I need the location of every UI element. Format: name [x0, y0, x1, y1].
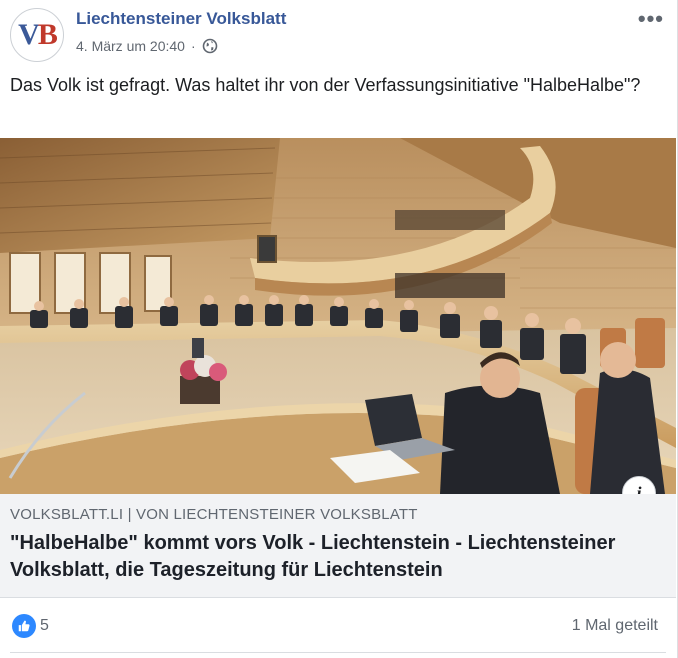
link-preview[interactable]: VOLKSBLATT.LI | VON LIECHTENSTEINER VOLK…	[0, 494, 676, 598]
thumbs-up-icon	[18, 620, 30, 632]
like-reaction-icon[interactable]	[12, 614, 36, 638]
link-title[interactable]: "HalbeHalbe" kommt vors Volk - Liechtens…	[10, 530, 670, 584]
footer-divider	[10, 652, 666, 653]
facebook-post: VB Liechtensteiner Volksblatt 4. März um…	[0, 0, 678, 658]
post-meta: 4. März um 20:40 ·	[76, 38, 218, 54]
like-count[interactable]: 5	[40, 617, 49, 635]
link-domain: VOLKSBLATT.LI | VON LIECHTENSTEINER VOLK…	[10, 506, 418, 523]
page-name-link[interactable]: Liechtensteiner Volksblatt	[76, 9, 286, 29]
post-meta-dot: ·	[190, 38, 196, 54]
more-options-icon[interactable]: •••	[638, 6, 664, 32]
post-timestamp[interactable]: 4. März um 20:40	[76, 38, 185, 54]
post-header: VB Liechtensteiner Volksblatt 4. März um…	[0, 0, 678, 66]
post-text: Das Volk ist gefragt. Was haltet ihr von…	[10, 75, 641, 95]
page-avatar[interactable]: VB	[10, 8, 64, 62]
share-count[interactable]: 1 Mal geteilt	[572, 617, 658, 635]
globe-icon[interactable]	[202, 38, 218, 54]
avatar-logo: VB	[18, 18, 58, 51]
link-preview-image[interactable]	[0, 138, 676, 494]
post-footer: 5 1 Mal geteilt	[0, 604, 676, 648]
